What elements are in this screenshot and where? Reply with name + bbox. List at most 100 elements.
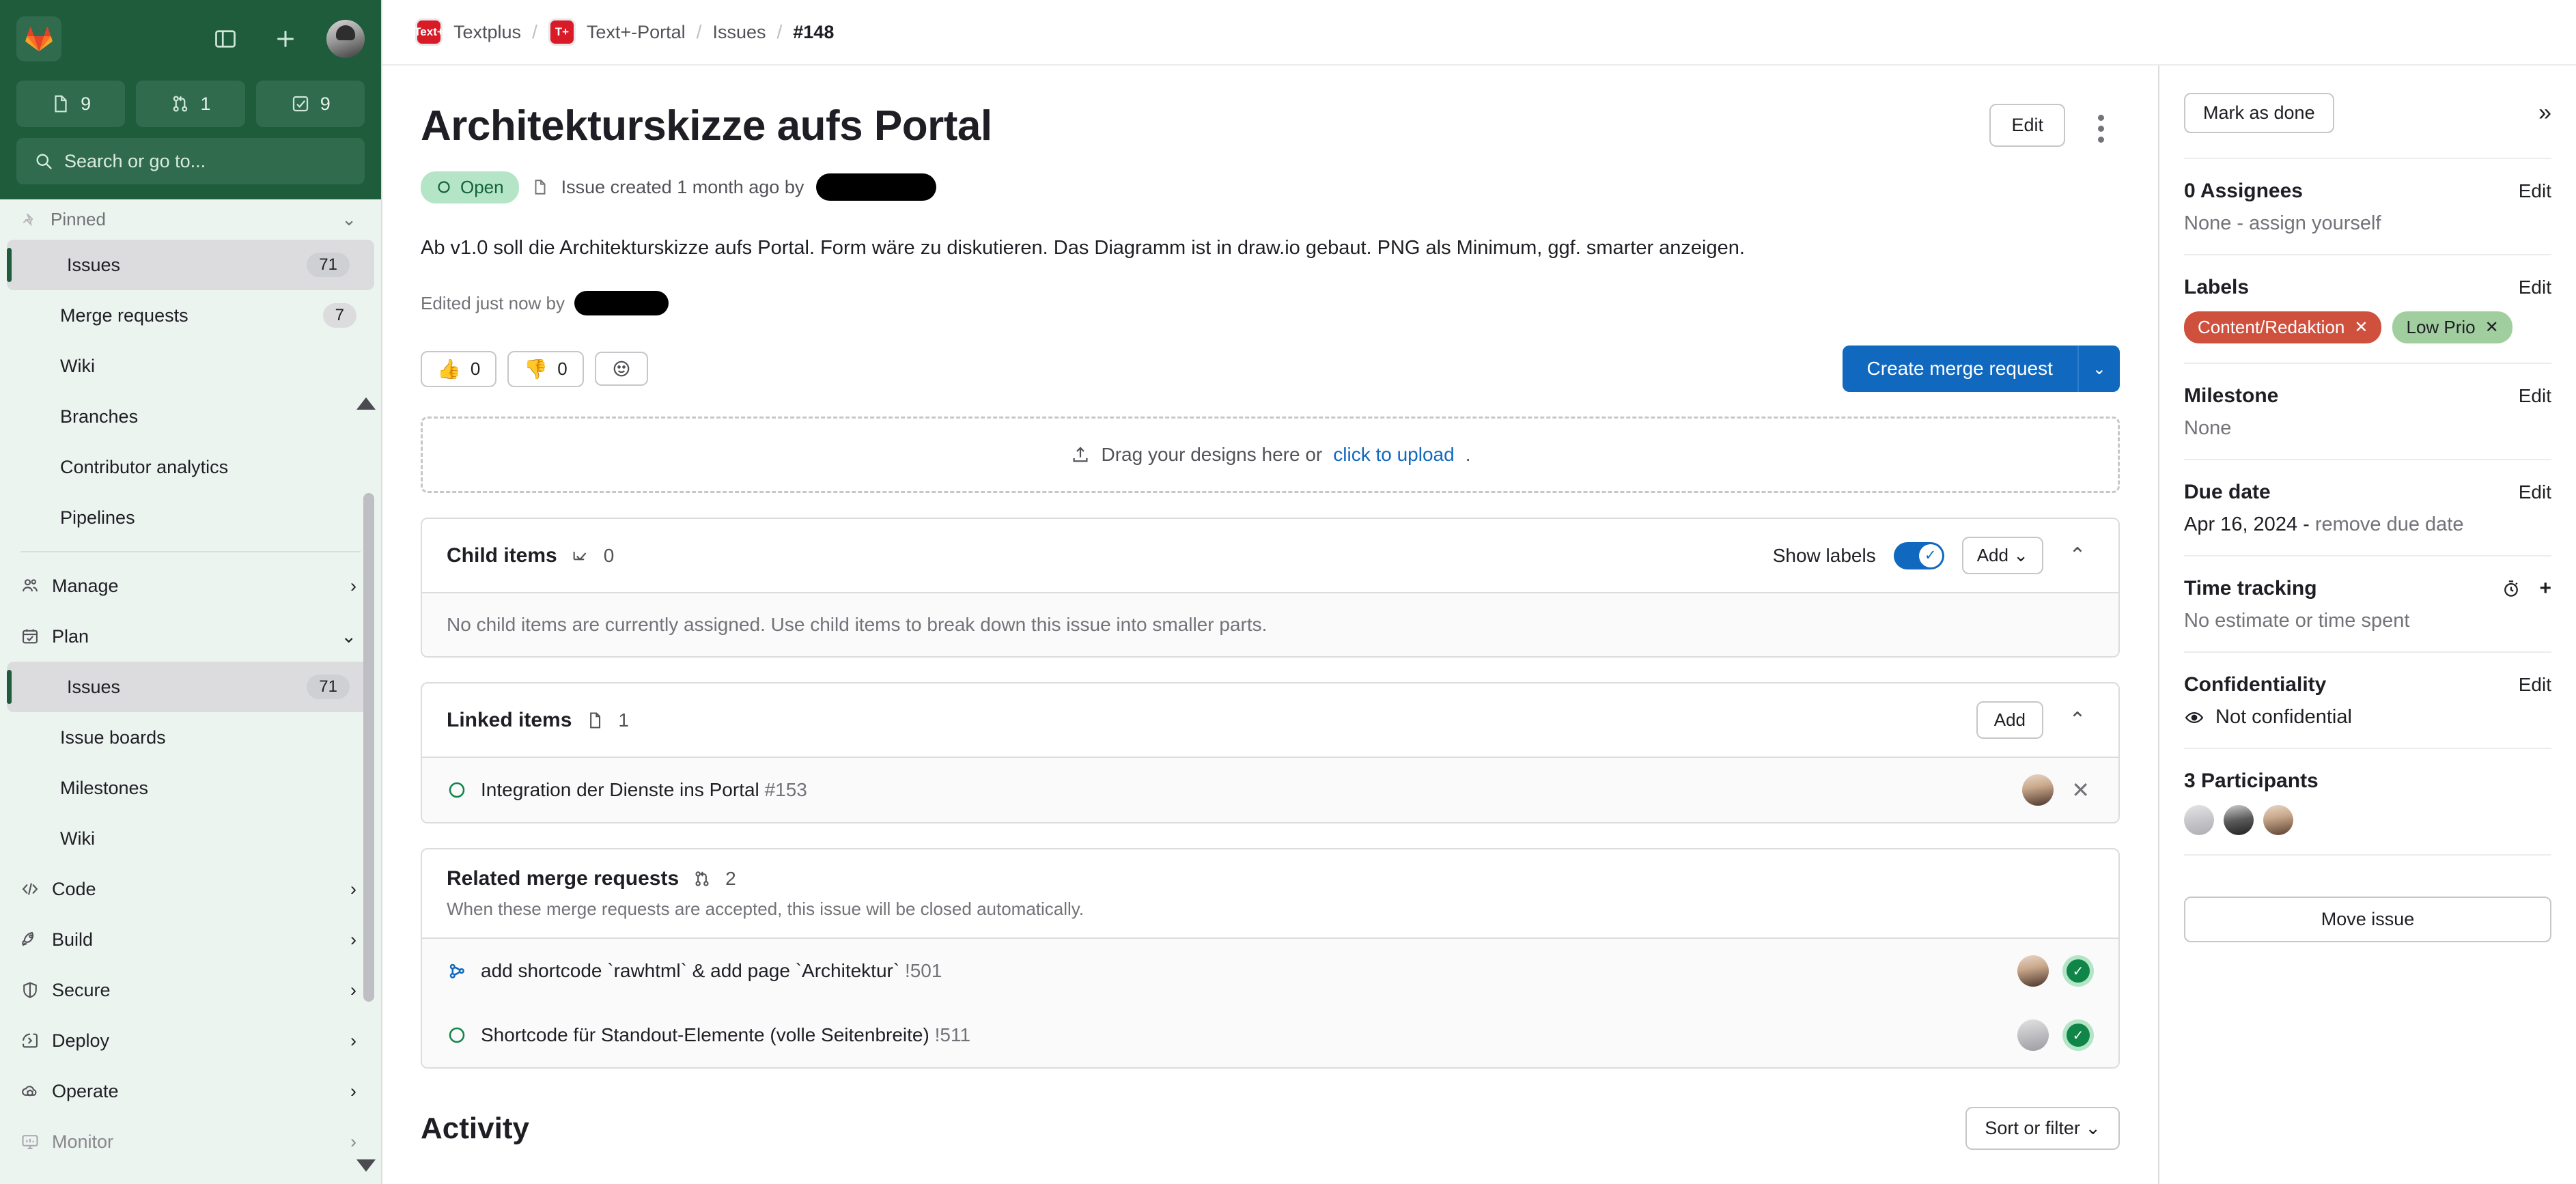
confidentiality-edit-link[interactable]: Edit bbox=[2519, 674, 2551, 696]
pipeline-success-icon[interactable]: ✓ bbox=[2062, 955, 2094, 987]
thumbs-up-count: 0 bbox=[471, 358, 480, 380]
assignees-value[interactable]: None - assign yourself bbox=[2184, 212, 2551, 235]
child-items-header: Child items 0 Show labels Add ⌄ ⌃ bbox=[422, 519, 2118, 592]
scroll-down-arrow-icon[interactable] bbox=[356, 1159, 376, 1172]
sidebar-section-code[interactable]: Code › bbox=[0, 864, 381, 914]
edit-issue-button[interactable]: Edit bbox=[1989, 104, 2065, 147]
avatar[interactable] bbox=[2017, 1019, 2049, 1051]
mr-title[interactable]: add shortcode `rawhtml` & add page `Arch… bbox=[481, 960, 2004, 982]
child-items-collapse-icon[interactable]: ⌃ bbox=[2061, 539, 2094, 572]
todos-pill[interactable]: 9 bbox=[256, 81, 365, 127]
time-tracking-title: Time tracking bbox=[2184, 577, 2317, 600]
child-items-add-button[interactable]: Add ⌄ bbox=[1962, 537, 2043, 574]
more-actions-icon[interactable] bbox=[2082, 109, 2120, 147]
due-date-value: Apr 16, 2024 - bbox=[2184, 513, 2310, 535]
move-issue-button[interactable]: Move issue bbox=[2184, 897, 2551, 942]
breadcrumb-issues-link[interactable]: Issues bbox=[712, 22, 766, 43]
linked-item-title[interactable]: Integration der Dienste ins Portal #153 bbox=[481, 779, 2008, 801]
linked-item-ref: #153 bbox=[765, 779, 807, 800]
label-chip[interactable]: Low Prio ✕ bbox=[2392, 311, 2512, 343]
remove-due-date-link[interactable]: remove due date bbox=[2310, 513, 2464, 535]
sidebar-section-secure[interactable]: Secure › bbox=[0, 965, 381, 1015]
remove-label-icon[interactable]: ✕ bbox=[2485, 318, 2499, 337]
linked-items-collapse-icon[interactable]: ⌃ bbox=[2061, 704, 2094, 737]
sidebar-section-operate[interactable]: Operate › bbox=[0, 1066, 381, 1116]
sidebar-item-milestones[interactable]: Milestones bbox=[0, 763, 381, 813]
sidebar-section-deploy[interactable]: Deploy › bbox=[0, 1015, 381, 1066]
avatar[interactable] bbox=[2022, 774, 2054, 806]
label-chip[interactable]: Content/Redaktion ✕ bbox=[2184, 311, 2381, 343]
breadcrumb-separator: / bbox=[776, 21, 782, 43]
sidebar-section-manage[interactable]: Manage › bbox=[0, 561, 381, 611]
table-row[interactable]: add shortcode `rawhtml` & add page `Arch… bbox=[422, 939, 2118, 1003]
sidebar-scrollbar-thumb[interactable] bbox=[363, 493, 374, 1002]
create-merge-request-button[interactable]: Create merge request bbox=[1843, 346, 2077, 392]
sidebar-item-issues-pinned[interactable]: Issues 71 bbox=[7, 240, 374, 290]
stopwatch-icon[interactable] bbox=[2501, 578, 2521, 599]
avatar[interactable] bbox=[2263, 805, 2293, 835]
add-time-estimate-icon[interactable]: + bbox=[2539, 577, 2551, 600]
remove-linked-item-icon[interactable]: ✕ bbox=[2067, 777, 2094, 803]
issue-created-text: Issue created 1 month ago by bbox=[561, 177, 804, 198]
sidebar-section-plan[interactable]: Plan ⌄ bbox=[0, 611, 381, 662]
sidebar-item-wiki[interactable]: Wiki bbox=[0, 813, 381, 864]
design-dropzone[interactable]: Drag your designs here or click to uploa… bbox=[421, 417, 2120, 493]
group-avatar-icon[interactable]: Text+ bbox=[415, 18, 443, 46]
sidebar-item-label: Pipelines bbox=[60, 507, 356, 528]
gitlab-logo-icon[interactable] bbox=[16, 16, 61, 61]
sidebar-item-contributor-analytics[interactable]: Contributor analytics bbox=[0, 442, 381, 492]
time-tracking-header: Time tracking + bbox=[2184, 577, 2551, 600]
list-item[interactable]: Integration der Dienste ins Portal #153 … bbox=[422, 758, 2118, 822]
create-merge-request-dropdown-icon[interactable]: ⌄ bbox=[2077, 346, 2120, 392]
thumbs-up-reaction-button[interactable]: 👍 0 bbox=[421, 351, 496, 387]
dropzone-upload-link[interactable]: click to upload bbox=[1333, 444, 1454, 466]
milestone-value: None bbox=[2184, 417, 2551, 440]
search-input[interactable]: Search or go to... bbox=[16, 138, 365, 184]
remove-label-icon[interactable]: ✕ bbox=[2354, 318, 2368, 337]
user-avatar[interactable] bbox=[326, 20, 365, 58]
sidebar-section-monitor[interactable]: Monitor › bbox=[0, 1116, 381, 1167]
sidebar-item-wiki-pinned[interactable]: Wiki bbox=[0, 341, 381, 391]
mark-as-done-button[interactable]: Mark as done bbox=[2184, 93, 2334, 133]
add-reaction-button[interactable] bbox=[595, 352, 648, 386]
milestone-edit-link[interactable]: Edit bbox=[2519, 385, 2551, 407]
create-new-icon[interactable] bbox=[266, 20, 305, 58]
sidebar-section-build[interactable]: Build › bbox=[0, 914, 381, 965]
show-labels-toggle[interactable] bbox=[1894, 542, 1944, 569]
pipeline-success-icon[interactable]: ✓ bbox=[2062, 1019, 2094, 1051]
labels-edit-link[interactable]: Edit bbox=[2519, 277, 2551, 298]
toggle-sidebar-icon[interactable] bbox=[206, 20, 244, 58]
thumbs-down-reaction-button[interactable]: 👎 0 bbox=[507, 351, 583, 387]
breadcrumb-project-link[interactable]: Text+-Portal bbox=[587, 22, 686, 43]
chevron-right-icon: › bbox=[350, 879, 356, 900]
sidebar-pinned-header[interactable]: Pinned ⌄ bbox=[0, 199, 381, 240]
linked-items-add-button[interactable]: Add bbox=[1976, 701, 2043, 739]
table-row[interactable]: Shortcode für Standout-Elemente (volle S… bbox=[422, 1003, 2118, 1067]
avatar[interactable] bbox=[2184, 805, 2214, 835]
sidebar-item-label: Branches bbox=[60, 406, 356, 427]
avatar[interactable] bbox=[2017, 955, 2049, 987]
related-mrs-header: Related merge requests 2 bbox=[422, 849, 2118, 899]
issue-type-icon bbox=[531, 178, 549, 196]
assigned-mrs-pill[interactable]: 1 bbox=[136, 81, 244, 127]
sidebar-item-issues[interactable]: Issues 71 bbox=[7, 662, 374, 712]
sidebar-item-merge-requests-pinned[interactable]: Merge requests 7 bbox=[0, 290, 381, 341]
sidebar-item-issue-boards[interactable]: Issue boards bbox=[0, 712, 381, 763]
sort-or-filter-button[interactable]: Sort or filter ⌄ bbox=[1965, 1107, 2120, 1150]
project-avatar-icon[interactable]: T+ bbox=[548, 18, 576, 46]
participants-title: 3 Participants bbox=[2184, 770, 2319, 793]
scroll-up-arrow-icon[interactable] bbox=[356, 397, 376, 410]
sidebar-section-label: Plan bbox=[52, 626, 328, 647]
sidebar-item-branches[interactable]: Branches bbox=[0, 391, 381, 442]
cloud-cube-icon bbox=[20, 1082, 40, 1101]
milestone-block: Milestone Edit None bbox=[2184, 363, 2551, 459]
breadcrumb-group-link[interactable]: Textplus bbox=[453, 22, 521, 43]
breadcrumb-current[interactable]: #148 bbox=[793, 22, 834, 43]
assignees-edit-link[interactable]: Edit bbox=[2519, 180, 2551, 202]
double-chevron-right-icon[interactable]: » bbox=[2538, 100, 2551, 126]
assigned-issues-pill[interactable]: 9 bbox=[16, 81, 125, 127]
due-date-edit-link[interactable]: Edit bbox=[2519, 481, 2551, 503]
avatar[interactable] bbox=[2224, 805, 2254, 835]
mr-title[interactable]: Shortcode für Standout-Elemente (volle S… bbox=[481, 1024, 2004, 1046]
sidebar-item-pipelines[interactable]: Pipelines bbox=[0, 492, 381, 543]
